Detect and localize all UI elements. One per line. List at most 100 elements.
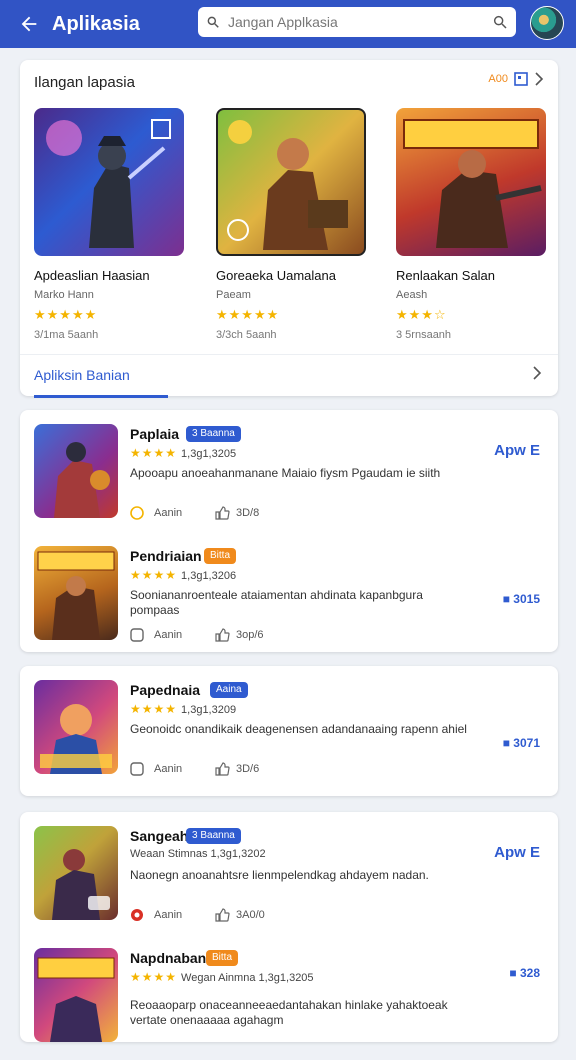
app-rating: ★★★★ [130,702,178,716]
app-downloads: 3 5rnsaanh [396,329,452,341]
like-count: 3D/8 [236,507,260,519]
chevron-right-icon[interactable] [532,365,542,381]
app-icon [396,108,546,256]
settings-icon [130,628,144,642]
app-version: 1,3g1,3209 [181,704,237,716]
app-description: Naonegn anoanahtsre lienmpelendkag ahday… [130,868,429,882]
list-item[interactable]: Sangeah 3 Baanna Weaan Stimnas 1,3g1,320… [34,826,544,938]
app-footer: Aanin 3A0/0 [130,908,265,922]
search-icon [207,16,219,28]
tab-apps[interactable]: Apliksin Banian [34,367,130,383]
app-name: Apdeaslian Haasian [34,268,150,283]
app-description: Geonoidc onandikaik deagenensen adandana… [130,722,467,736]
app-icon [216,108,366,256]
app-list-card: Sangeah 3 Baanna Weaan Stimnas 1,3g1,320… [20,812,558,1042]
app-rating: ★★★★★ [216,307,280,322]
search-input[interactable] [226,13,492,31]
app-version: 1,3g1,3206 [181,570,237,582]
app-footer: Aanin 3D/6 [130,762,259,776]
app-description: Sooniananroenteale ataiamentan ahdinata … [130,588,423,617]
app-name: Sangeah [130,828,189,844]
status-badge: Aaina [210,682,248,698]
app-title: Aplikasia [52,12,140,35]
app-icon [34,546,118,640]
featured-more-button[interactable]: A00 [488,72,544,86]
app-downloads: 3/3ch 5aanh [216,329,277,341]
featured-title: Ilangan lapasia [34,74,135,91]
chevron-right-icon [535,72,544,86]
footer-label: Aanin [154,763,183,775]
status-badge: 3 Baanna [186,426,241,442]
like-count: 3op/6 [236,629,264,641]
footer-label: Aanin [154,507,183,519]
app-developer: Aeash [396,289,428,301]
tab-indicator [34,395,168,398]
app-icon [34,680,118,774]
app-name: Paplaia [130,426,180,442]
featured-section: Ilangan lapasia A00 Apdeaslian Haasian M… [20,60,558,398]
download-button[interactable]: ■ 3071 [503,736,540,750]
app-icon [34,108,184,256]
list-item[interactable]: Pendriaian Bitta ★★★★ 1,3g1,3206 Sooniana… [34,546,544,658]
thumbs-up-icon[interactable] [214,628,230,642]
thumbs-up-icon[interactable] [214,908,230,922]
install-button[interactable]: Apw E [494,442,540,459]
list-item[interactable]: Napdnaban Bitta ★★★★ Wegan Ainmna 1,3g1,3… [34,948,544,1060]
app-icon [34,826,118,920]
footer-label: Aanin [154,909,183,921]
app-version: Weaan Stimnas 1,3g1,3202 [130,848,266,860]
search-submit-icon[interactable] [492,14,508,30]
app-meta: Weaan Stimnas 1,3g1,3202 [130,848,266,860]
app-icon [34,424,118,518]
footer-label: Aanin [154,629,183,641]
app-list-card: Paplaia 3 Baanna ★★★★ 1,3g1,3205 Apooapu … [20,410,558,652]
app-meta: ★★★★ 1,3g1,3209 [130,702,236,716]
app-developer: Paeam [216,289,251,301]
status-badge: Bitta [204,548,237,564]
list-item[interactable]: Paplaia 3 Baanna ★★★★ 1,3g1,3205 Apooapu … [34,424,544,536]
more-label: A00 [488,73,508,85]
app-bar: Aplikasia [0,0,576,48]
app-name: Papednaia [130,682,201,698]
like-count: 3D/6 [236,763,260,775]
app-meta: ★★★★ 1,3g1,3206 [130,568,236,582]
app-downloads: 3/1ma 5aanh [34,329,99,341]
avatar[interactable] [530,6,564,40]
app-footer: Aanin 3op/6 [130,628,264,642]
app-list-card: Papednaia Aaina ★★★★ 1,3g1,3209 Geonoidc … [20,666,558,796]
status-badge: 3 Baanna [186,828,241,844]
app-name: Napdnaban [130,950,207,966]
featured-app-card[interactable]: Apdeaslian Haasian Marko Hann ★★★★★ 3/1m… [34,108,186,341]
search-bar[interactable] [198,7,516,37]
grid-icon [514,72,528,86]
app-rating: ★★★★★ [34,307,98,322]
app-developer: Marko Hann [34,289,94,301]
install-button[interactable]: Apw E [494,844,540,861]
record-icon [131,909,143,921]
app-meta: ★★★★ 1,3g1,3205 [130,446,236,460]
back-arrow-icon[interactable] [18,13,40,35]
tab-bar: Apliksin Banian [20,354,558,398]
coin-icon [130,506,144,520]
app-rating: ★★★★ [130,568,178,582]
list-item[interactable]: Papednaia Aaina ★★★★ 1,3g1,3209 Geonoidc … [34,680,544,792]
app-version: Wegan Ainmna 1,3g1,3205 [181,972,314,984]
like-count: 3A0/0 [236,909,265,921]
app-footer: Aanin 3D/8 [130,506,259,520]
app-name: Renlaakan Salan [396,268,496,283]
thumbs-up-icon[interactable] [214,506,230,520]
download-button[interactable]: ■ 3015 [503,592,540,606]
app-meta: ★★★★ Wegan Ainmna 1,3g1,3205 [130,970,314,984]
status-badge: Bitta [206,950,239,966]
app-name: Goreaeka Uamalana [216,268,336,283]
app-name: Pendriaian [130,548,202,564]
featured-app-card[interactable]: Goreaeka Uamalana Paeam ★★★★★ 3/3ch 5aan… [216,108,368,341]
app-rating: ★★★☆ [396,307,447,322]
thumbs-up-icon[interactable] [214,762,230,776]
app-version: 1,3g1,3205 [181,448,237,460]
app-rating: ★★★★ [130,446,178,460]
app-rating: ★★★★ [130,970,178,984]
download-button[interactable]: ■ 328 [509,966,540,980]
app-icon [34,948,118,1042]
featured-app-card[interactable]: Renlaakan Salan Aeash ★★★☆ 3 5rnsaanh [396,108,548,341]
